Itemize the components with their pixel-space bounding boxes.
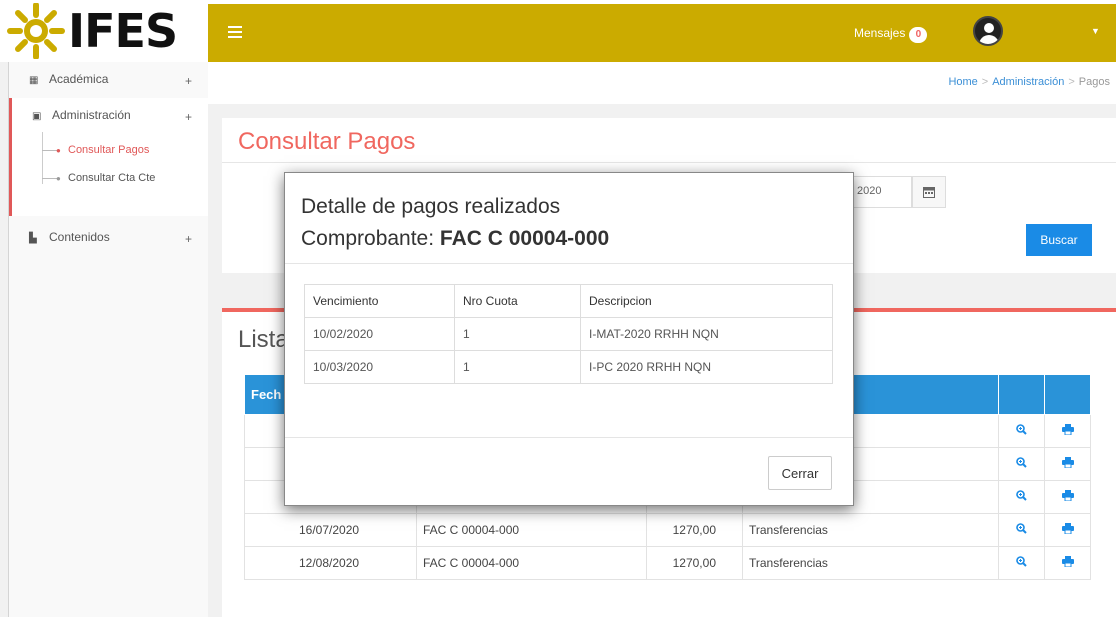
search-button[interactable]: Buscar (1026, 224, 1092, 256)
view-details-button[interactable] (998, 513, 1045, 547)
breadcrumb-home[interactable]: Home (948, 76, 977, 88)
zoom-in-icon (1016, 424, 1027, 435)
sidebar-subitem-consultar-pagos[interactable]: Consultar Pagos (68, 144, 149, 156)
print-icon (1061, 556, 1074, 568)
payment-detail-modal: Detalle de pagos realizados Comprobante:… (284, 172, 854, 506)
user-avatar[interactable] (973, 16, 1003, 46)
sidebar: ▦ Académica + ▣ Administración + ● Consult… (8, 62, 208, 617)
view-details-button[interactable] (998, 414, 1045, 448)
user-menu-caret-icon[interactable]: ▼ (1091, 26, 1100, 36)
table-row: 10/02/2020 1 I-MAT-2020 RRHH NQN (304, 317, 833, 351)
view-details-button[interactable] (998, 546, 1045, 580)
voucher-label: Comprobante: (301, 227, 435, 250)
print-button[interactable] (1044, 414, 1091, 448)
top-navbar: Mensajes 0 ▼ (208, 0, 1116, 62)
print-icon (1061, 490, 1074, 502)
print-button[interactable] (1044, 447, 1091, 481)
sidebar-item-label: Académica (49, 72, 109, 86)
zoom-in-icon (1016, 556, 1027, 567)
messages-link[interactable]: Mensajes 0 (854, 26, 928, 43)
table-header-row: Vencimiento Nro Cuota Descripcion (304, 284, 833, 318)
active-bullet-icon: ● (56, 146, 61, 155)
zoom-in-icon (1016, 457, 1027, 468)
page-title: Consultar Pagos (238, 128, 416, 155)
installments-table: Vencimiento Nro Cuota Descripcion 10/02/… (304, 284, 833, 384)
table-row: 16/07/2020 FAC C 00004-000 1270,00 Trans… (244, 513, 1091, 547)
modal-heading: Detalle de pagos realizados (301, 195, 561, 218)
date-to-field[interactable]: 2020 (850, 176, 912, 208)
zoom-in-icon (1016, 523, 1027, 534)
files-icon: ▙ (29, 233, 37, 244)
column-header-descripcion: Descripcion (580, 284, 833, 318)
grid-icon: ▦ (29, 75, 39, 86)
breadcrumb: Home > Administración > Pagos (208, 62, 1116, 104)
expand-plus-icon[interactable]: + (185, 74, 192, 88)
column-header-nro-cuota: Nro Cuota (454, 284, 581, 318)
zoom-in-icon (1016, 490, 1027, 501)
star-logo-icon (7, 3, 65, 59)
breadcrumb-current: Pagos (1078, 76, 1110, 88)
money-icon: ▣ (32, 111, 42, 122)
close-button[interactable]: Cerrar (768, 456, 832, 490)
calendar-button[interactable] (912, 176, 946, 208)
print-icon (1061, 424, 1074, 436)
menu-toggle-icon[interactable] (228, 26, 242, 41)
logo-text: IFES (68, 4, 178, 58)
print-button[interactable] (1044, 546, 1091, 580)
voucher-value: FAC C 00004-000 (439, 227, 610, 250)
messages-count-badge: 0 (909, 27, 928, 43)
modal-title: Detalle de pagos realizados Comprobante:… (301, 191, 609, 255)
print-button[interactable] (1044, 513, 1091, 547)
sidebar-item-academica[interactable]: ▦ Académica + (9, 62, 208, 98)
table-row: 12/08/2020 FAC C 00004-000 1270,00 Trans… (244, 546, 1091, 580)
bullet-icon: ● (56, 174, 61, 183)
sidebar-item-administracion[interactable]: ▣ Administración + ● Consultar Pagos ● Co… (9, 98, 208, 216)
print-icon (1061, 523, 1074, 535)
breadcrumb-section[interactable]: Administración (992, 76, 1064, 88)
sidebar-item-label: Administración (52, 108, 131, 122)
column-header-vencimiento: Vencimiento (304, 284, 455, 318)
list-title: Lista (238, 326, 289, 353)
sidebar-item-label: Contenidos (49, 230, 110, 244)
view-details-button[interactable] (998, 480, 1045, 514)
view-details-button[interactable] (998, 447, 1045, 481)
table-row: 10/03/2020 1 I-PC 2020 RRHH NQN (304, 350, 833, 384)
messages-label: Mensajes (854, 26, 906, 40)
print-button[interactable] (1044, 480, 1091, 514)
expand-plus-icon[interactable]: + (185, 110, 192, 124)
logo[interactable]: IFES (0, 0, 208, 62)
print-icon (1061, 457, 1074, 469)
sidebar-item-contenidos[interactable]: ▙ Contenidos + (9, 220, 208, 256)
expand-plus-icon[interactable]: + (185, 232, 192, 246)
sidebar-subitem-consultar-cta-cte[interactable]: Consultar Cta Cte (68, 172, 155, 184)
calendar-icon (923, 187, 935, 198)
